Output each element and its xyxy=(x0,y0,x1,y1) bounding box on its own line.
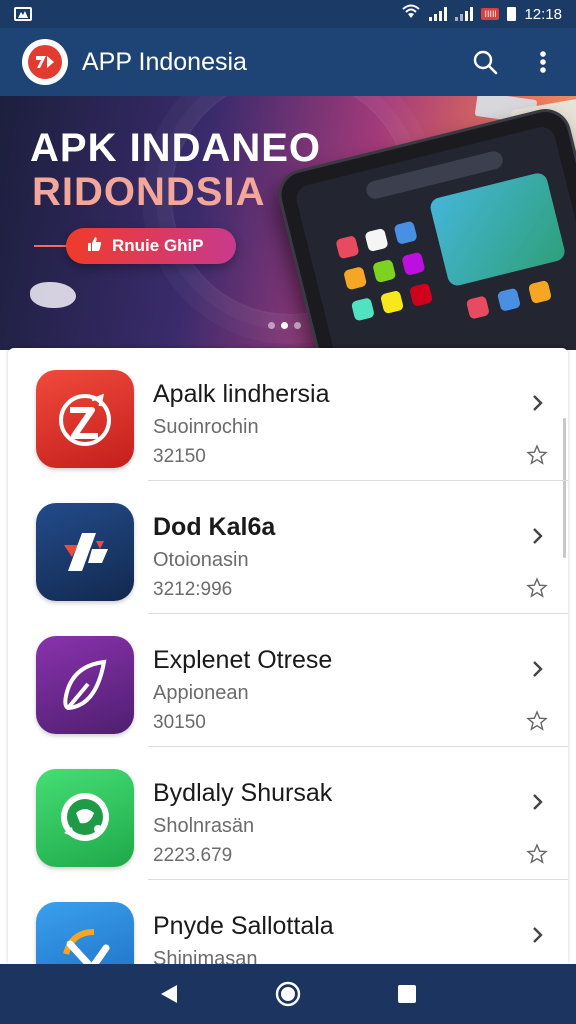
notification-icon xyxy=(14,7,32,21)
app-meta: 3212:996 xyxy=(153,579,233,600)
star-icon[interactable] xyxy=(526,843,548,865)
wifi-icon xyxy=(401,4,421,24)
recents-icon[interactable] xyxy=(387,974,427,1014)
star-icon[interactable] xyxy=(526,577,548,599)
signal-icon xyxy=(455,7,474,21)
app-subtitle: Sholnrasän xyxy=(153,815,255,837)
star-icon[interactable] xyxy=(526,710,548,732)
status-bar: IIIIl 12:18 xyxy=(0,0,576,28)
banner-subtitle: RIDONDSIA xyxy=(32,170,266,214)
banner-cta-label: Rnuie GhiP xyxy=(112,236,204,255)
chevron-right-icon[interactable] xyxy=(526,658,548,680)
list-item[interactable]: Dod Kal6a Otoionasin 3212:996 xyxy=(8,481,568,614)
map-icon xyxy=(30,282,76,308)
app-subtitle: Otoionasin xyxy=(153,549,249,571)
list-item[interactable]: Apalk lindhersia Suoinrochin 32150 xyxy=(8,348,568,481)
promo-banner[interactable]: APK INDANEO RIDONDSIA Rnuie GhiP xyxy=(0,96,576,350)
star-icon[interactable] xyxy=(526,444,548,466)
app-subtitle: Suoinrochin xyxy=(153,416,259,438)
app-list: Apalk lindhersia Suoinrochin 32150 Dod K… xyxy=(8,348,568,964)
chevron-right-icon[interactable] xyxy=(526,525,548,547)
list-item[interactable]: Explenet Otrese Appionean 30150 xyxy=(8,614,568,747)
carousel-dot[interactable] xyxy=(268,322,275,329)
page-title: APP Indonesia xyxy=(82,47,247,76)
app-subtitle: Shinimasan xyxy=(153,948,258,964)
signal-icon xyxy=(429,7,448,21)
app-icon-navy xyxy=(36,503,134,601)
list-item[interactable]: Pnyde Sallottala Shinimasan xyxy=(8,880,568,964)
chevron-right-icon[interactable] xyxy=(526,791,548,813)
thumbs-up-icon xyxy=(86,236,102,257)
banner-cta-button[interactable]: Rnuie GhiP xyxy=(66,228,236,264)
carousel-dots[interactable] xyxy=(268,322,301,329)
back-icon[interactable] xyxy=(149,974,189,1014)
app-icon-red xyxy=(36,370,134,468)
carousel-dot-active[interactable] xyxy=(281,322,288,329)
app-name: Dod Kal6a xyxy=(153,513,276,541)
search-icon[interactable] xyxy=(470,47,500,77)
list-item[interactable]: Bydlaly Shursak Sholnrasän 2223.679 xyxy=(8,747,568,880)
home-icon[interactable] xyxy=(268,974,308,1014)
app-icon-blue xyxy=(36,902,134,964)
app-icon-green xyxy=(36,769,134,867)
app-bar: APP Indonesia xyxy=(0,28,576,96)
more-vert-icon[interactable] xyxy=(528,47,558,77)
app-meta: 32150 xyxy=(153,446,206,467)
app-icon-purple xyxy=(36,636,134,734)
app-name: Pnyde Sallottala xyxy=(153,912,334,940)
app-meta: 2223.679 xyxy=(153,845,233,866)
app-meta: 30150 xyxy=(153,712,206,733)
battery-icon xyxy=(507,7,517,21)
app-name: Explenet Otrese xyxy=(153,646,333,674)
status-badge: IIIIl xyxy=(481,8,500,20)
app-logo xyxy=(22,39,68,85)
status-time: 12:18 xyxy=(524,5,562,23)
app-name: Bydlaly Shursak xyxy=(153,779,333,807)
banner-divider xyxy=(34,245,68,247)
app-subtitle: Appionean xyxy=(153,682,249,704)
chevron-right-icon[interactable] xyxy=(526,392,548,414)
app-name: Apalk lindhersia xyxy=(153,380,330,408)
system-nav-bar xyxy=(0,964,576,1024)
chevron-right-icon[interactable] xyxy=(526,924,548,946)
banner-title: APK INDANEO xyxy=(30,126,322,170)
carousel-dot[interactable] xyxy=(294,322,301,329)
